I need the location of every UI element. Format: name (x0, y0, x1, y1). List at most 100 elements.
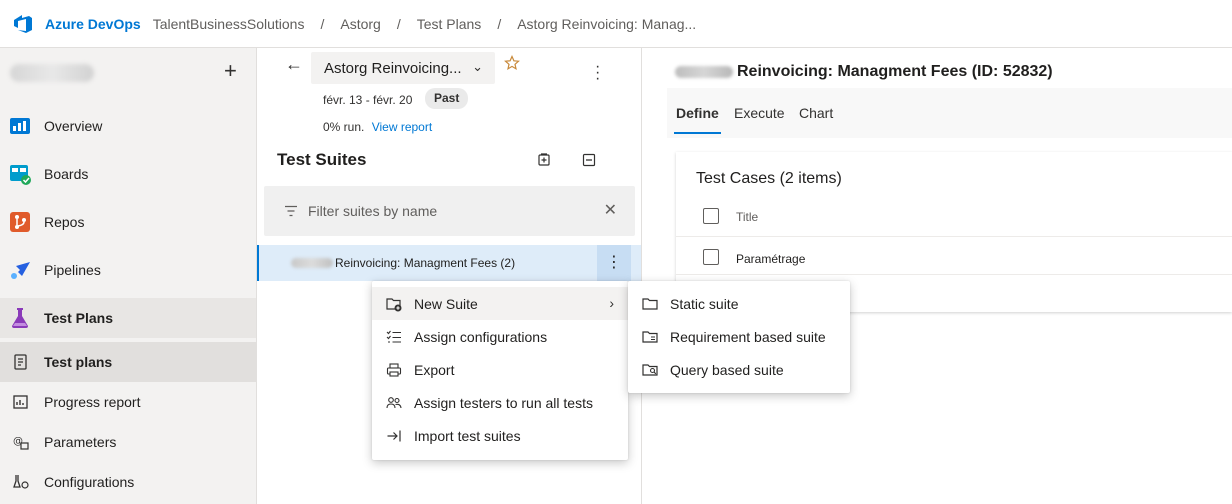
sidebar-item-label: Repos (44, 214, 85, 230)
sidebar-item-label: Parameters (44, 434, 117, 450)
print-icon (386, 362, 402, 377)
sidebar-item-pipelines[interactable]: Pipelines (0, 250, 256, 290)
menu-item-label: Import test suites (414, 427, 521, 444)
test-suites-heading: Test Suites (277, 150, 367, 169)
test-plans-icon (12, 308, 28, 328)
sidebar-subitem-progress-report[interactable]: Progress report (0, 382, 256, 422)
sidebar-item-label: Test Plans (44, 310, 113, 326)
breadcrumb-project[interactable]: Astorg (340, 16, 380, 32)
submenu-item-static-suite[interactable]: Static suite (628, 287, 850, 320)
breadcrumb-org[interactable]: TalentBusinessSolutions (153, 16, 305, 32)
folder-icon (642, 297, 658, 310)
divider (676, 236, 1232, 237)
sidebar-item-label: Configurations (44, 474, 135, 490)
project-selector[interactable]: + (0, 48, 256, 96)
table-row[interactable]: Paramétrage (736, 252, 805, 266)
query-folder-icon (642, 363, 658, 376)
sidebar-item-overview[interactable]: Overview (0, 106, 256, 146)
project-avatar (10, 64, 94, 82)
suite-title-text: Reinvoicing: Managment Fees (ID: 52832) (737, 63, 1053, 80)
run-percentage: 0% run. (323, 120, 365, 134)
column-header-title[interactable]: Title (736, 210, 758, 224)
view-report-link[interactable]: View report (372, 120, 432, 134)
submenu-item-requirement-suite[interactable]: Requirement based suite (628, 320, 850, 353)
filter-icon (285, 205, 297, 217)
breadcrumb-separator: / (396, 15, 401, 32)
submenu-item-label: Static suite (670, 295, 739, 312)
menu-item-label: Assign testers to run all tests (414, 394, 593, 411)
sidebar-subitem-parameters[interactable]: @ Parameters (0, 422, 256, 462)
requirement-folder-icon (642, 330, 658, 343)
sidebar-item-test-plans[interactable]: Test Plans (0, 298, 256, 338)
menu-item-assign-configurations[interactable]: Assign configurations (372, 320, 628, 353)
collapse-all-icon[interactable] (582, 153, 596, 167)
breadcrumb-current-plan[interactable]: Astorg Reinvoicing: Manag... (517, 16, 696, 32)
run-summary: 0% run. View report (323, 120, 432, 134)
menu-item-label: Export (414, 361, 455, 378)
sidebar-item-label: Overview (44, 118, 103, 134)
progress-report-icon (13, 395, 28, 409)
sidebar-subitem-test-plans[interactable]: Test plans (0, 342, 256, 382)
favorite-star-icon[interactable] (504, 55, 520, 71)
sidebar-item-label: Test plans (44, 354, 113, 370)
sidebar-item-label: Progress report (44, 394, 141, 410)
suite-detail-title: Reinvoicing: Managment Fees (ID: 52832) (675, 63, 1053, 81)
suite-tree-item[interactable]: Reinvoicing: Managment Fees (2) ⋮ (257, 245, 641, 281)
import-icon (387, 430, 401, 441)
suite-name: Reinvoicing: Managment Fees (2) (335, 256, 516, 270)
sidebar-item-label: Pipelines (44, 262, 101, 278)
suite-more-options-icon[interactable]: ⋮ (597, 245, 631, 281)
menu-item-label: New Suite (414, 295, 478, 312)
sidebar: + Overview Boards Repos Pipelines Test P… (0, 48, 257, 504)
tab-define[interactable]: Define (674, 105, 721, 134)
new-folder-icon (386, 297, 402, 311)
detail-tabs: Define Execute Chart (667, 88, 1232, 138)
pipelines-icon (11, 262, 30, 279)
sidebar-subitem-configurations[interactable]: Configurations (0, 462, 256, 502)
sidebar-item-label: Boards (44, 166, 89, 182)
azure-devops-logo-icon[interactable] (12, 13, 34, 35)
menu-item-assign-testers[interactable]: Assign testers to run all tests (372, 386, 628, 419)
suite-detail-panel: Reinvoicing: Managment Fees (ID: 52832) … (643, 48, 1232, 504)
suite-title-prefix (675, 66, 733, 78)
menu-item-label: Assign configurations (414, 328, 548, 345)
brand-link[interactable]: Azure DevOps (45, 16, 141, 32)
row-checkbox[interactable] (703, 249, 719, 265)
menu-item-new-suite[interactable]: New Suite › (372, 287, 628, 320)
plan-dates: févr. 13 - févr. 20 (323, 93, 413, 107)
checklist-icon (386, 330, 401, 343)
sidebar-item-boards[interactable]: Boards (0, 154, 256, 194)
more-options-icon[interactable]: · · · (595, 59, 600, 87)
chevron-down-icon: ⌄ (472, 59, 483, 74)
parameters-icon: @ (13, 436, 29, 450)
filter-suites-input[interactable]: Filter suites by name ✕ (264, 186, 635, 236)
breadcrumb-test-plans[interactable]: Test Plans (417, 16, 482, 32)
breadcrumb-separator: / (497, 15, 502, 32)
add-icon[interactable]: + (224, 58, 237, 84)
submenu-item-label: Query based suite (670, 361, 784, 378)
submenu-item-query-suite[interactable]: Query based suite (628, 353, 850, 386)
chevron-right-icon: › (609, 295, 614, 311)
select-all-checkbox[interactable] (703, 208, 719, 224)
tab-execute[interactable]: Execute (734, 105, 785, 121)
expand-all-icon[interactable] (537, 153, 551, 167)
suite-name-prefix (291, 258, 333, 268)
test-plans-sub-icon (14, 354, 27, 370)
status-badge: Past (425, 88, 469, 109)
sidebar-item-repos[interactable]: Repos (0, 202, 256, 242)
menu-item-export[interactable]: Export (372, 353, 628, 386)
top-bar: Azure DevOps TalentBusinessSolutions / A… (0, 0, 1232, 48)
boards-icon (10, 165, 31, 185)
back-arrow-icon[interactable]: ← (285, 54, 303, 75)
submenu-item-label: Requirement based suite (670, 328, 826, 345)
tab-chart[interactable]: Chart (799, 105, 833, 121)
plan-name: Astorg Reinvoicing... (324, 59, 462, 77)
menu-item-import-test-suites[interactable]: Import test suites (372, 419, 628, 452)
configurations-icon (13, 475, 29, 489)
clear-filter-icon[interactable]: ✕ (604, 200, 617, 220)
repos-icon (10, 212, 30, 232)
breadcrumb-separator: / (320, 15, 325, 32)
filter-placeholder: Filter suites by name (308, 203, 438, 219)
plan-selector-dropdown[interactable]: Astorg Reinvoicing... ⌄ (311, 52, 495, 84)
suite-context-menu: New Suite › Assign configurations Export… (372, 281, 628, 460)
